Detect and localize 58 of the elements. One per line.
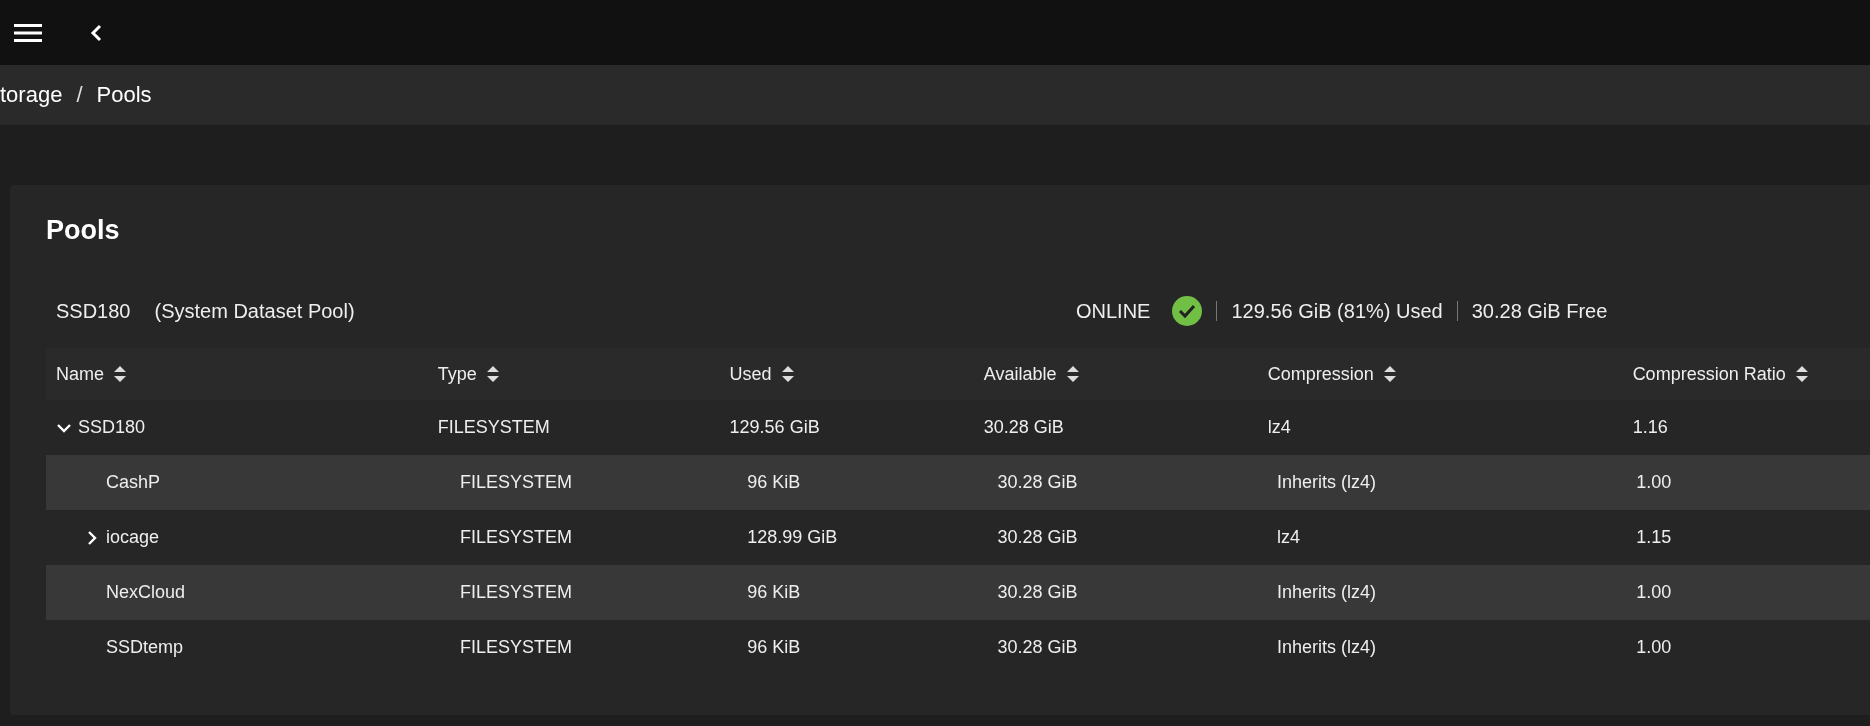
table-cell: Inherits (lz4) — [1276, 582, 1376, 603]
table-cell: FILESYSTEM — [437, 417, 550, 438]
dataset-name: SSD180 — [78, 417, 146, 438]
table-cell: 30.28 GiB — [997, 527, 1078, 548]
breadcrumb-separator: / — [76, 82, 83, 108]
pool-free: 30.28 GiB Free — [1471, 299, 1608, 323]
column-header[interactable]: Used — [729, 363, 984, 385]
table-cell: FILESYSTEM — [459, 582, 572, 603]
sort-icon[interactable] — [1066, 366, 1079, 382]
table-cell: 1.15 — [1636, 527, 1672, 548]
page-title: Pools — [46, 214, 121, 246]
table-row[interactable]: iocage FILESYSTEM 128.99 GiB 30.28 GiB lz4 1.15 — [46, 510, 1870, 565]
menu-icon[interactable] — [14, 22, 42, 43]
dataset-name: CashP — [106, 472, 161, 493]
pool-note: (System Dataset Pool) — [154, 299, 355, 323]
breadcrumb-item[interactable]: torage — [0, 82, 63, 108]
pool-status: ONLINE — [1076, 299, 1151, 323]
table-row[interactable]: NexCloud FILESYSTEM 96 KiB 30.28 GiB Inherits (lz4) 1.00 — [46, 565, 1870, 620]
table-row[interactable]: SSDtemp FILESYSTEM 96 KiB 30.28 GiB Inherits (lz4) 1.00 — [46, 620, 1870, 675]
table-cell: 128.99 GiB — [747, 527, 838, 548]
column-header[interactable]: Compression — [1267, 363, 1633, 385]
column-header[interactable]: Available — [983, 363, 1268, 385]
dataset-name: SSDtemp — [106, 637, 184, 658]
sort-icon[interactable] — [781, 366, 794, 382]
table-cell: 96 KiB — [747, 637, 801, 658]
table-row[interactable]: SSD180 FILESYSTEM 129.56 GiB 30.28 GiB lz4 1.16 — [46, 400, 1870, 455]
sort-icon[interactable] — [114, 366, 126, 382]
sort-icon[interactable] — [486, 366, 499, 382]
dataset-name: iocage — [106, 527, 160, 548]
table-cell: 129.56 GiB — [729, 417, 820, 438]
column-header[interactable]: Compression Ratio — [1632, 363, 1870, 385]
table-cell: lz4 — [1276, 527, 1300, 548]
table-cell: 96 KiB — [747, 582, 801, 603]
table-cell: 30.28 GiB — [997, 637, 1078, 658]
table-cell: lz4 — [1267, 417, 1291, 438]
breadcrumb-item: Pools — [96, 82, 152, 108]
table-cell: 1.00 — [1636, 637, 1672, 658]
table-row[interactable]: CashP FILESYSTEM 96 KiB 30.28 GiB Inherits (lz4) 1.00 — [46, 455, 1870, 510]
back-chevron-icon[interactable] — [90, 23, 102, 42]
column-header[interactable]: Name — [46, 363, 438, 385]
table-cell: 1.16 — [1632, 417, 1668, 438]
table-cell: Inherits (lz4) — [1276, 472, 1376, 493]
table-cell: FILESYSTEM — [459, 472, 572, 493]
sort-icon[interactable] — [1795, 366, 1808, 382]
table-cell: 96 KiB — [747, 472, 801, 493]
pool-name: SSD180 — [56, 299, 131, 323]
table-cell: 1.00 — [1636, 472, 1672, 493]
pool-used: 129.56 GiB (81%) Used — [1231, 299, 1443, 323]
sort-icon[interactable] — [1383, 366, 1396, 382]
table-cell: 30.28 GiB — [997, 582, 1078, 603]
column-header[interactable]: Type — [437, 363, 730, 385]
table-cell: FILESYSTEM — [459, 637, 572, 658]
table-cell: 1.00 — [1636, 582, 1672, 603]
dataset-name: NexCloud — [106, 582, 186, 603]
table-cell: Inherits (lz4) — [1276, 637, 1376, 658]
table-cell: 30.28 GiB — [997, 472, 1078, 493]
table-cell: 30.28 GiB — [983, 417, 1064, 438]
table-cell: FILESYSTEM — [459, 527, 572, 548]
